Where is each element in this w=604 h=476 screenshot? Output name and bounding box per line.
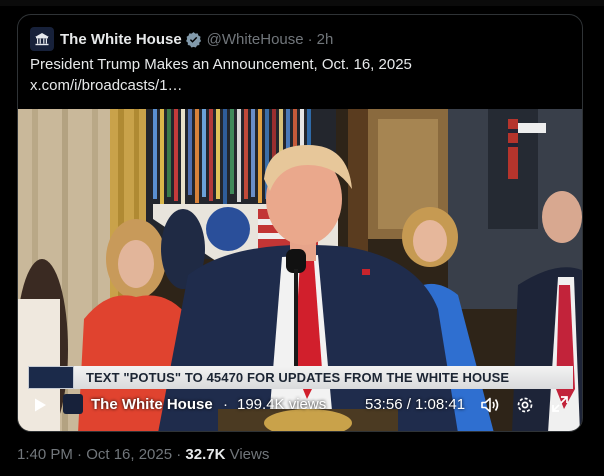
verified-badge-icon — [185, 31, 201, 48]
post-text: President Trump Makes an Announcement, O… — [30, 54, 560, 96]
play-icon[interactable] — [32, 397, 48, 413]
settings-gear-icon[interactable] — [515, 395, 535, 415]
post-text-body: President Trump Makes an Announcement, O… — [30, 56, 412, 73]
video-controls: The White House · 199.4K views 53:56 / 1… — [18, 387, 582, 423]
previous-post-edge — [0, 0, 604, 6]
post-card[interactable]: The White House @WhiteHouse · 2h Preside… — [17, 14, 583, 432]
lower-third-banner: TEXT "POTUS" TO 45470 FOR UPDATES FROM T… — [28, 366, 573, 389]
white-house-logo-icon — [35, 33, 49, 46]
controls-separator: · — [223, 396, 228, 413]
fullscreen-icon[interactable] — [551, 395, 569, 413]
post-relative-time[interactable]: 2h — [317, 31, 334, 48]
banner-logo-icon — [28, 366, 74, 389]
post-header: The White House @WhiteHouse · 2h — [30, 27, 333, 51]
post-footer: 1:40 PM · Oct 16, 2025 · 32.7K Views — [17, 446, 269, 463]
banner-text: TEXT "POTUS" TO 45470 FOR UPDATES FROM T… — [74, 366, 573, 389]
channel-name[interactable]: The White House — [91, 396, 213, 413]
volume-icon[interactable] — [480, 395, 500, 415]
author-avatar[interactable] — [30, 27, 54, 51]
video-player[interactable]: TEXT "POTUS" TO 45470 FOR UPDATES FROM T… — [18, 109, 582, 431]
broadcast-link[interactable]: x.com/i/broadcasts/1… — [30, 77, 183, 94]
header-separator: · — [307, 30, 313, 48]
author-handle[interactable]: @WhiteHouse — [207, 31, 304, 48]
video-view-count: 199.4K views — [237, 396, 327, 413]
post-timestamp[interactable]: 1:40 PM · Oct 16, 2025 · — [17, 446, 185, 463]
channel-avatar[interactable] — [63, 394, 83, 414]
views-label: Views — [225, 446, 270, 463]
author-name[interactable]: The White House — [60, 31, 182, 48]
post-view-count: 32.7K — [185, 446, 226, 463]
video-time: 53:56 / 1:08:41 — [365, 396, 466, 413]
